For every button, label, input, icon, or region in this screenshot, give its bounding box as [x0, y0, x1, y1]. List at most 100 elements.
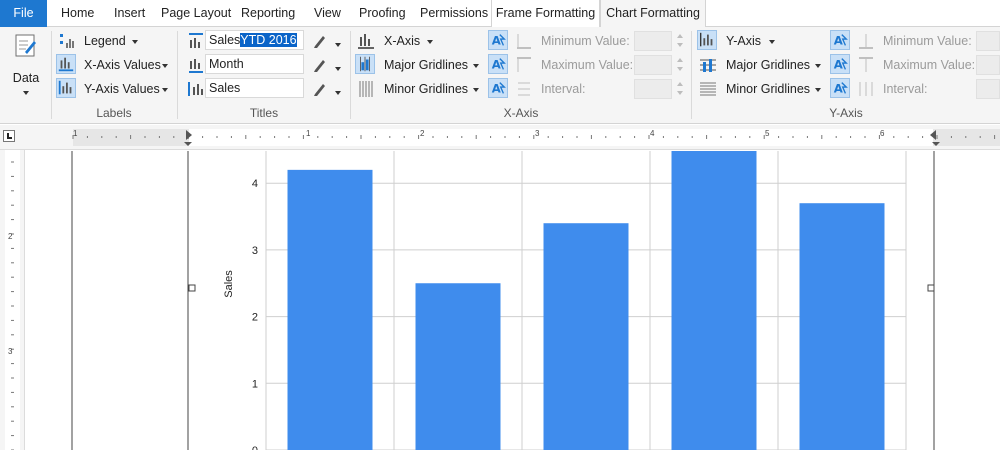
- legend-label: Legend: [84, 34, 126, 48]
- chart-bar[interactable]: [799, 203, 885, 450]
- y-axis-values-label: Y-Axis Values: [84, 82, 160, 96]
- major-gridlines-icon: [355, 54, 375, 74]
- x-axis-values-icon: [56, 54, 76, 74]
- pencil-icon[interactable]: [310, 55, 330, 75]
- chart-bar[interactable]: [671, 149, 757, 450]
- y-minor-gridlines-label: Minor Gridlines: [726, 82, 811, 96]
- auto-format-icon[interactable]: A: [830, 30, 850, 50]
- vertical-ruler-scale: [5, 150, 20, 450]
- horizontal-ruler[interactable]: 1 1 2 3 4 5 6: [0, 125, 1000, 150]
- tab-home[interactable]: Home: [61, 0, 94, 27]
- y-axis-button[interactable]: Y-Axis: [697, 30, 828, 52]
- ruler-scale: [72, 129, 1000, 146]
- pencil-icon[interactable]: [310, 31, 330, 51]
- y-maximum-value-label: Maximum Value:: [883, 58, 976, 72]
- x-minor-gridlines-button[interactable]: Minor Gridlines: [356, 78, 486, 100]
- ribbon-tab-bar: File Home Insert Page Layout Reporting V…: [0, 0, 1000, 28]
- chart-bar[interactable]: [287, 169, 373, 450]
- minor-gridlines-icon: [359, 81, 373, 97]
- tab-stop-selector[interactable]: [3, 130, 15, 142]
- x-maximum-spinner[interactable]: [676, 55, 685, 75]
- auto-format-icon[interactable]: A: [488, 54, 508, 74]
- tab-chart-formatting[interactable]: Chart Formatting: [600, 0, 706, 28]
- svg-text:A: A: [492, 58, 501, 72]
- pencil-icon[interactable]: [310, 79, 330, 99]
- chart-bar[interactable]: [543, 223, 629, 450]
- tab-file[interactable]: File: [0, 0, 47, 27]
- x-title-format-caret[interactable]: [335, 91, 341, 95]
- data-edit-icon: [15, 34, 36, 57]
- frame-resize-handle-right[interactable]: [927, 284, 935, 292]
- y-interval-input[interactable]: [976, 79, 1000, 99]
- auto-format-icon[interactable]: A: [830, 78, 850, 98]
- x-major-gridlines-button[interactable]: Major Gridlines: [355, 54, 486, 76]
- chart-bar[interactable]: [415, 283, 501, 450]
- y-title-icon: [188, 82, 203, 96]
- y-axis-label: Y-Axis: [726, 34, 761, 48]
- x-axis-icon: [358, 34, 374, 49]
- auto-format-icon[interactable]: A: [488, 78, 508, 98]
- x-minimum-value-input[interactable]: [634, 31, 672, 51]
- svg-text:A: A: [834, 82, 843, 96]
- x-minimum-spinner[interactable]: [676, 31, 685, 51]
- x-axis-title-input[interactable]: Month: [205, 54, 304, 74]
- title-format-caret[interactable]: [335, 67, 341, 71]
- x-minor-gridlines-caret: [473, 88, 479, 92]
- chart-title-input[interactable]: SalesYTD 2016: [205, 30, 304, 50]
- y-minor-gridlines-button[interactable]: Minor Gridlines: [698, 78, 828, 100]
- y-axis-title-input[interactable]: Sales: [205, 78, 304, 98]
- auto-format-icon[interactable]: A: [830, 54, 850, 74]
- tab-proofing[interactable]: Proofing: [359, 0, 406, 27]
- y-major-gridlines-button[interactable]: Major Gridlines: [698, 54, 828, 76]
- y-tick-label: 2: [252, 312, 258, 324]
- data-button[interactable]: Data: [3, 31, 49, 101]
- x-axis-group-title: X-Axis: [503, 106, 539, 120]
- frame-resize-handle-left[interactable]: [188, 284, 196, 292]
- minimum-value-icon: [859, 34, 873, 49]
- y-maximum-value-input[interactable]: [976, 55, 1000, 75]
- titles-group-title: Titles: [249, 106, 279, 120]
- x-interval-input[interactable]: [634, 79, 672, 99]
- data-dropdown-caret: [23, 91, 29, 95]
- y-minimum-value-input[interactable]: [976, 31, 1000, 51]
- ruler-number: 3: [535, 129, 540, 138]
- bar-chart[interactable]: 0 1 2 3 4 Sales: [26, 149, 1000, 450]
- x-minor-gridlines-label: Minor Gridlines: [384, 82, 469, 96]
- x-maximum-value-input[interactable]: [634, 55, 672, 75]
- auto-format-icon[interactable]: A: [488, 30, 508, 50]
- minimum-value-icon: [517, 34, 531, 49]
- document-canvas[interactable]: 0 1 2 3 4 Sales: [26, 149, 1000, 450]
- chart-title-format-caret[interactable]: [335, 43, 341, 47]
- minor-gridlines-icon: [700, 82, 716, 96]
- x-axis-button[interactable]: X-Axis: [356, 30, 486, 52]
- y-tick-label: 4: [252, 178, 258, 190]
- x-axis-values-button[interactable]: X-Axis Values: [56, 54, 177, 76]
- tab-page-layout[interactable]: Page Layout: [161, 0, 231, 27]
- legend-button[interactable]: Legend: [57, 30, 177, 52]
- tab-view[interactable]: View: [314, 0, 341, 27]
- y-axis-values-button[interactable]: Y-Axis Values: [56, 78, 177, 100]
- svg-text:A: A: [492, 34, 501, 48]
- svg-text:A: A: [492, 82, 501, 96]
- y-major-gridlines-label: Major Gridlines: [726, 58, 811, 72]
- data-label: Data: [12, 71, 40, 85]
- tab-reporting[interactable]: Reporting: [241, 0, 295, 27]
- svg-text:A: A: [834, 34, 843, 48]
- y-major-gridlines-caret: [815, 64, 821, 68]
- x-interval-spinner[interactable]: [676, 79, 685, 99]
- maximum-value-icon: [517, 57, 531, 72]
- tab-insert[interactable]: Insert: [114, 0, 145, 27]
- ruler-number: 2: [8, 232, 13, 241]
- y-axis-values-caret: [162, 88, 168, 92]
- vertical-ruler[interactable]: 2 3: [0, 150, 25, 450]
- chart-title-selected-text: YTD 2016: [240, 33, 297, 47]
- tab-frame-formatting[interactable]: Frame Formatting: [491, 0, 600, 27]
- x-maximum-value-label: Maximum Value:: [541, 58, 634, 72]
- x-major-gridlines-label: Major Gridlines: [384, 58, 469, 72]
- y-tick-label: 3: [252, 245, 258, 257]
- chart-title-icon: [189, 33, 203, 48]
- tab-permissions[interactable]: Permissions: [420, 0, 488, 27]
- chart-title-text: Sales: [209, 33, 241, 47]
- y-axis-group-title: Y-Axis: [829, 106, 863, 120]
- y-tick-label: 1: [252, 378, 258, 390]
